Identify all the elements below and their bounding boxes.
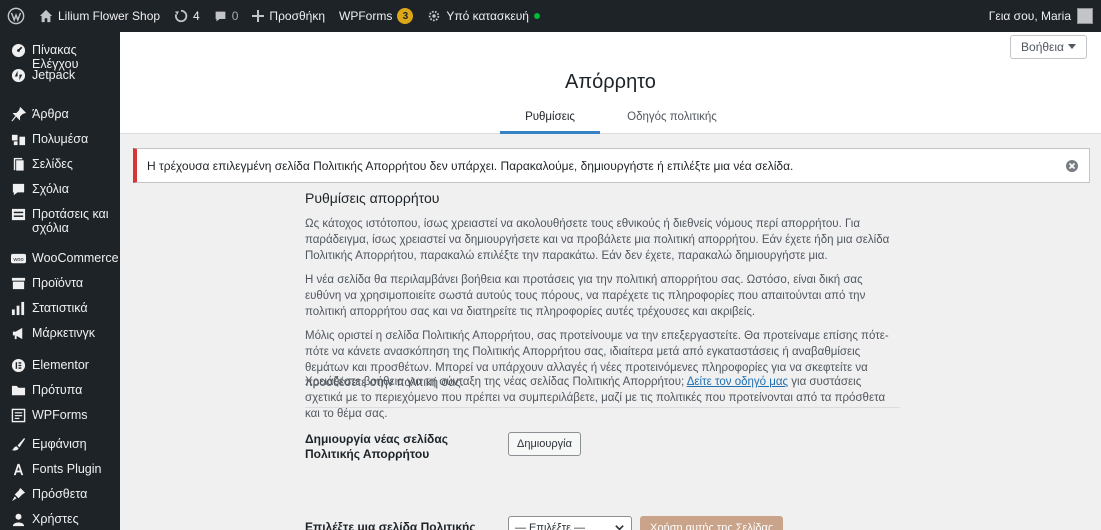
jetpack-icon xyxy=(10,67,26,83)
guide-paragraph: Χρειάζεστε βοήθεια για τη σύνταξη της νέ… xyxy=(305,376,886,420)
sidebar-item-stats[interactable]: Στατιστικά xyxy=(0,300,120,316)
greeting: Γεια σου, Maria xyxy=(988,9,1071,23)
dismiss-icon[interactable] xyxy=(1065,159,1079,173)
sidebar-item-feedback[interactable]: Προτάσεις και σχόλια xyxy=(0,206,120,235)
feedback-icon xyxy=(10,206,26,222)
create-page-label: Δημιουργία νέας σελίδας Πολιτικής Απορρή… xyxy=(305,432,448,461)
sidebar-item-users[interactable]: Χρήστες xyxy=(0,511,120,527)
tab-settings[interactable]: Ρυθμίσεις xyxy=(500,108,600,134)
stats-icon xyxy=(10,300,26,316)
dashboard-icon xyxy=(10,42,26,58)
status-dot-icon xyxy=(533,13,540,19)
wordpress-logo-icon[interactable] xyxy=(0,0,32,32)
brush-icon xyxy=(10,436,26,452)
comments-link[interactable]: 0 xyxy=(207,0,246,32)
updates-icon xyxy=(174,9,188,23)
policy-guide-link[interactable]: Δείτε τον οδηγό μας xyxy=(687,376,788,388)
sidebar-item-media[interactable]: Πολυμέσα xyxy=(0,131,120,147)
use-page-button[interactable]: Χρήση αυτής της Σελίδας xyxy=(640,516,784,530)
sidebar-item-templates[interactable]: Πρότυπα xyxy=(0,382,120,398)
folder-icon xyxy=(10,382,26,398)
sidebar-item-plugins[interactable]: Πρόσθετα xyxy=(0,486,120,502)
my-account-link[interactable]: Γεια σου, Maria xyxy=(989,8,1101,24)
wpforms-icon xyxy=(10,407,26,423)
avatar xyxy=(1077,8,1093,24)
admin-sidebar: Πίνακας Ελέγχου Jetpack Άρθρα Πολυμέσα Σ… xyxy=(0,32,120,530)
help-paragraph: Η νέα σελίδα θα περιλαμβάνει βοήθεια και… xyxy=(305,274,866,318)
tab-policy-guide[interactable]: Οδηγός πολιτικής xyxy=(612,108,732,134)
woocommerce-icon: woo xyxy=(10,250,26,266)
pages-icon xyxy=(10,156,26,172)
plugins-icon xyxy=(10,486,26,502)
wpforms-link[interactable]: WPForms 3 xyxy=(332,0,420,32)
updates-link[interactable]: 4 xyxy=(167,0,207,32)
updates-count: 4 xyxy=(193,9,200,23)
main-content: Βοήθεια Απόρρητο Ρυθμίσεις Οδηγός πολιτι… xyxy=(120,32,1101,530)
wpforms-label: WPForms xyxy=(339,9,393,23)
maintenance-label: Υπό κατασκευή xyxy=(446,9,529,23)
sidebar-item-appearance[interactable]: Εμφάνιση xyxy=(0,436,120,452)
comments-icon xyxy=(10,181,26,197)
privacy-page-select[interactable]: — Επιλέξτε — xyxy=(508,516,632,530)
new-content-link[interactable]: Προσθήκη xyxy=(245,0,332,32)
comments-count: 0 xyxy=(231,9,239,23)
site-name-link[interactable]: Lilium Flower Shop xyxy=(32,0,167,32)
svg-text:woo: woo xyxy=(12,256,23,262)
pin-icon xyxy=(10,106,26,122)
select-value: — Επιλέξτε — xyxy=(515,522,586,530)
comment-icon xyxy=(215,11,226,21)
select-page-label: Επιλέξτε μια σελίδα Πολιτικής Απορρήτου xyxy=(305,520,476,530)
sidebar-item-posts[interactable]: Άρθρα xyxy=(0,106,120,122)
sidebar-item-comments[interactable]: Σχόλια xyxy=(0,181,120,197)
page-title: Απόρρητο xyxy=(565,71,656,93)
caret-down-icon xyxy=(1068,44,1076,49)
divider xyxy=(305,407,900,408)
admin-bar: Lilium Flower Shop 4 0 Προσθήκη WPForms … xyxy=(0,0,1101,32)
sidebar-item-fonts-plugin[interactable]: Fonts Plugin xyxy=(0,461,120,477)
wpforms-badge: 3 xyxy=(397,8,414,24)
media-icon xyxy=(10,131,26,147)
section-title: Ρυθμίσεις απορρήτου xyxy=(305,190,440,206)
help-tab-label: Βοήθεια xyxy=(1021,40,1064,54)
gear-icon xyxy=(429,10,440,22)
new-content-label: Προσθήκη xyxy=(269,9,326,23)
home-icon xyxy=(39,9,53,23)
megaphone-icon xyxy=(10,325,26,341)
elementor-icon xyxy=(10,357,26,373)
plus-icon xyxy=(252,10,265,22)
font-icon xyxy=(10,461,26,477)
site-name: Lilium Flower Shop xyxy=(58,9,161,23)
sidebar-item-marketing[interactable]: Μάρκετινγκ xyxy=(0,325,120,341)
help-tab-button[interactable]: Βοήθεια xyxy=(1010,35,1087,59)
privacy-header: Βοήθεια Απόρρητο Ρυθμίσεις Οδηγός πολιτι… xyxy=(120,32,1101,134)
privacy-tabs: Ρυθμίσεις Οδηγός πολιτικής xyxy=(120,108,1101,134)
sidebar-item-pages[interactable]: Σελίδες xyxy=(0,156,120,172)
error-notice: Η τρέχουσα επιλεγμένη σελίδα Πολιτικής Α… xyxy=(133,148,1090,183)
users-icon xyxy=(10,511,26,527)
products-icon xyxy=(10,275,26,291)
chevron-down-icon xyxy=(615,525,624,530)
intro-paragraph: Ως κάτοχος ιστότοπου, ίσως χρειαστεί να … xyxy=(305,218,890,262)
sidebar-item-wpforms[interactable]: WPForms xyxy=(0,407,120,423)
sidebar-item-products[interactable]: Προϊόντα xyxy=(0,275,120,291)
sidebar-item-woocommerce[interactable]: woo WooCommerce xyxy=(0,250,120,266)
sidebar-item-elementor[interactable]: Elementor xyxy=(0,357,120,373)
notice-text: Η τρέχουσα επιλεγμένη σελίδα Πολιτικής Α… xyxy=(147,158,794,173)
sidebar-item-jetpack[interactable]: Jetpack xyxy=(0,67,120,83)
create-page-button[interactable]: Δημιουργία xyxy=(508,432,581,456)
maintenance-link[interactable]: Υπό κατασκευή xyxy=(420,0,547,32)
